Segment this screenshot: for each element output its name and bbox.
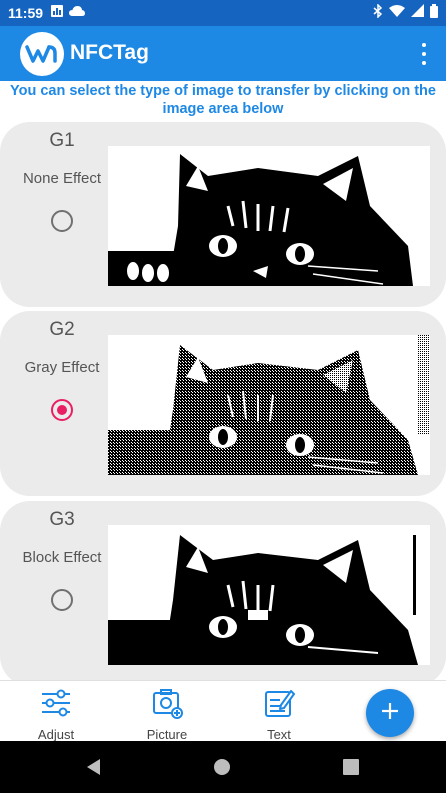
nav-picture-label: Picture — [146, 727, 188, 742]
status-time: 11:59 — [8, 5, 44, 21]
cloud-icon — [69, 4, 86, 22]
nav-adjust-label: Adjust — [37, 727, 75, 742]
effect-radio-g1[interactable] — [51, 210, 73, 232]
effect-radio-g3[interactable] — [51, 589, 73, 611]
card-effect-label: Block Effect — [22, 549, 102, 566]
image-preview-g3[interactable] — [108, 525, 430, 665]
overflow-menu-icon[interactable] — [414, 40, 434, 68]
card-group-label: G2 — [49, 319, 75, 340]
edit-text-icon — [263, 687, 295, 719]
nav-text-label: Text — [267, 727, 291, 742]
back-icon[interactable] — [84, 757, 104, 777]
card-effect-label: None Effect — [22, 170, 102, 187]
app-title: NFCTag — [70, 41, 149, 64]
battery-icon — [430, 3, 438, 23]
image-preview-g2[interactable] — [108, 335, 430, 475]
status-bar: 11:59 — [0, 0, 446, 26]
add-fab-button[interactable] — [366, 689, 414, 737]
effect-card-g1[interactable]: G1 None Effect — [0, 122, 446, 307]
home-icon[interactable] — [212, 757, 232, 777]
waveshare-logo-icon — [20, 32, 64, 76]
sliders-icon — [40, 687, 72, 719]
instruction-text: You can select the type of image to tran… — [10, 83, 436, 117]
nav-picture[interactable]: Picture — [127, 681, 207, 742]
status-right-icons — [373, 0, 438, 26]
add-photo-icon — [151, 687, 183, 719]
signal-icon — [411, 4, 424, 22]
effect-radio-g2[interactable] — [51, 399, 73, 421]
card-group-label: G1 — [49, 130, 75, 151]
nav-text[interactable]: Text — [239, 681, 319, 742]
status-left-icons — [51, 4, 86, 22]
effect-card-g3[interactable]: G3 Block Effect — [0, 501, 446, 686]
system-nav-bar — [0, 741, 446, 793]
image-preview-g1[interactable] — [108, 146, 430, 286]
recents-icon[interactable] — [341, 757, 361, 777]
nav-adjust[interactable]: Adjust — [16, 681, 96, 742]
plus-icon — [381, 702, 399, 725]
wifi-icon — [389, 4, 405, 22]
card-group-label: G3 — [49, 509, 75, 530]
bluetooth-icon — [373, 2, 383, 23]
analytics-icon — [51, 4, 64, 22]
app-bar: NFCTag — [0, 26, 446, 81]
effect-card-g2[interactable]: G2 Gray Effect — [0, 311, 446, 496]
card-effect-label: Gray Effect — [24, 359, 100, 376]
